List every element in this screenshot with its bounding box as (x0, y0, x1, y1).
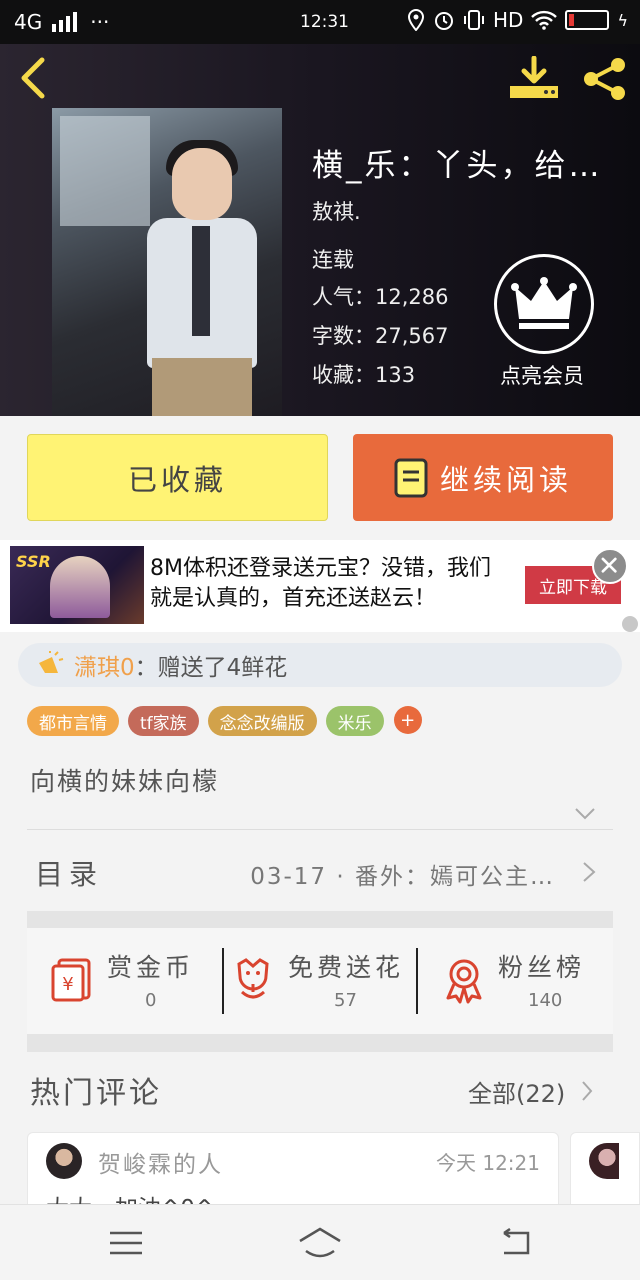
medal-icon (446, 959, 482, 1004)
trumpet-icon (39, 651, 64, 673)
collected-button[interactable]: 已收藏 (27, 434, 328, 521)
book-cover-image[interactable] (52, 108, 282, 416)
word-count-label: 字数： (312, 324, 375, 348)
favorites-value: 133 (375, 363, 416, 387)
gift-text: ：赠送了4鲜花 (134, 655, 288, 681)
tag-item[interactable]: 都市言情 (27, 706, 119, 736)
collected-label: 已收藏 (127, 462, 227, 497)
svg-text:¥: ¥ (62, 974, 73, 995)
vibrate-icon (463, 10, 484, 30)
ad-banner[interactable]: SSR 8M体积还登录送元宝？没错，我们就是认真的，首充还送赵云！ 立即下载 (0, 540, 640, 632)
tag-label: 米乐 (337, 713, 372, 734)
more-notifications-icon: ··· (90, 10, 110, 34)
favorites-label: 收藏： (312, 363, 375, 387)
tag-label: 都市言情 (39, 713, 107, 734)
book-icon (394, 458, 428, 497)
expand-chevron-down-icon[interactable] (574, 802, 596, 824)
comment-time: 今天 12:21 (436, 1151, 540, 1175)
gift-username[interactable]: 潇琪0 (74, 655, 135, 681)
comment-username[interactable]: 贺峻霖的人 (98, 1145, 223, 1179)
book-status: 连载 (312, 248, 354, 272)
divider (27, 829, 613, 830)
system-navigation-bar (0, 1204, 640, 1280)
support-stats: ¥ 赏金币 0 免费送花 57 粉丝榜 140 (27, 928, 613, 1034)
section-gap (27, 911, 613, 928)
avatar[interactable] (589, 1143, 619, 1179)
ad-info-icon[interactable] (622, 616, 638, 632)
book-author[interactable]: 敖祺. (312, 196, 361, 226)
avatar[interactable] (46, 1143, 82, 1179)
chevron-right-icon[interactable] (580, 1080, 594, 1102)
reward-coins-label: 赏金币 (107, 953, 195, 982)
popularity-value: 12,286 (375, 285, 449, 309)
flower-icon (237, 958, 269, 999)
continue-reading-label: 继续阅读 (439, 462, 572, 497)
back-button[interactable] (16, 56, 52, 100)
gift-notice: 潇琪0：赠送了4鲜花 (18, 643, 622, 687)
word-count-value: 27,567 (375, 324, 449, 348)
share-button[interactable] (580, 56, 630, 102)
wifi-icon (531, 10, 558, 30)
chevron-right-icon (583, 862, 596, 882)
tag-label: tf家族 (140, 713, 187, 734)
tag-label: 念念改编版 (219, 713, 305, 734)
tag-item[interactable]: 米乐 (325, 706, 384, 736)
alarm-icon (434, 12, 453, 30)
red-envelope-icon: ¥ (51, 958, 91, 1002)
vip-label[interactable]: 点亮会员 (500, 360, 584, 390)
free-flowers-value: 57 (334, 990, 357, 1011)
status-bar: 4G ··· 12:31 HD ϟ (0, 0, 640, 44)
fan-ranking-label: 粉丝榜 (498, 953, 586, 982)
location-icon (407, 9, 424, 31)
book-header: 横_乐：丫头，给… 敖祺. 连载 人气：12,286 字数：27,567 收藏：… (0, 44, 640, 416)
network-label: 4G (14, 10, 43, 34)
tag-item[interactable]: 念念改编版 (207, 706, 317, 736)
free-flowers-stat[interactable]: 免费送花 57 (224, 928, 416, 1034)
fan-ranking-value: 140 (528, 990, 563, 1011)
signal-icon (52, 12, 78, 32)
reward-coins-value: 0 (145, 990, 157, 1011)
ad-text[interactable]: 8M体积还登录送元宝？没错，我们就是认真的，首充还送赵云！ (150, 554, 510, 614)
download-button[interactable] (508, 56, 560, 100)
word-count-stat: 字数：27,567 (312, 320, 448, 350)
hd-label: HD (492, 8, 524, 32)
ad-close-icon[interactable] (592, 548, 628, 584)
home-icon[interactable] (298, 1227, 342, 1259)
charging-icon: ϟ (617, 10, 628, 30)
reward-coins-stat[interactable]: ¥ 赏金币 0 (27, 928, 222, 1034)
add-tag-button[interactable]: + (393, 706, 422, 734)
table-of-contents-row[interactable]: 目录 03-17 · 番外：嫣可公主… (27, 831, 613, 911)
book-summary: 向横的妹妹向檬 (30, 767, 220, 796)
battery-icon (565, 10, 610, 30)
popularity-label: 人气： (312, 285, 375, 309)
back-nav-icon[interactable] (496, 1227, 536, 1259)
popularity-stat: 人气：12,286 (312, 281, 448, 311)
book-title: 横_乐：丫头，给… (312, 148, 603, 184)
latest-chapter: 03-17 · 番外：嫣可公主… (250, 864, 555, 890)
toc-label: 目录 (35, 858, 104, 891)
hot-comments-heading: 热门评论 (30, 1076, 162, 1111)
tag-list: 都市言情 tf家族 念念改编版 米乐 + (27, 706, 422, 736)
free-flowers-label: 免费送花 (288, 953, 405, 982)
ad-game-image[interactable]: SSR (10, 546, 144, 624)
all-comments-link[interactable]: 全部(22) (468, 1074, 565, 1109)
section-gap (27, 1034, 613, 1052)
continue-reading-button[interactable]: 继续阅读 (353, 434, 613, 521)
crown-icon[interactable] (494, 254, 594, 354)
menu-icon[interactable] (106, 1227, 146, 1259)
fan-ranking-stat[interactable]: 粉丝榜 140 (418, 928, 613, 1034)
ad-ssr-badge: SSR (16, 552, 51, 571)
clock: 12:31 (300, 12, 349, 32)
favorites-stat: 收藏：133 (312, 359, 415, 389)
tag-item[interactable]: tf家族 (128, 706, 199, 736)
